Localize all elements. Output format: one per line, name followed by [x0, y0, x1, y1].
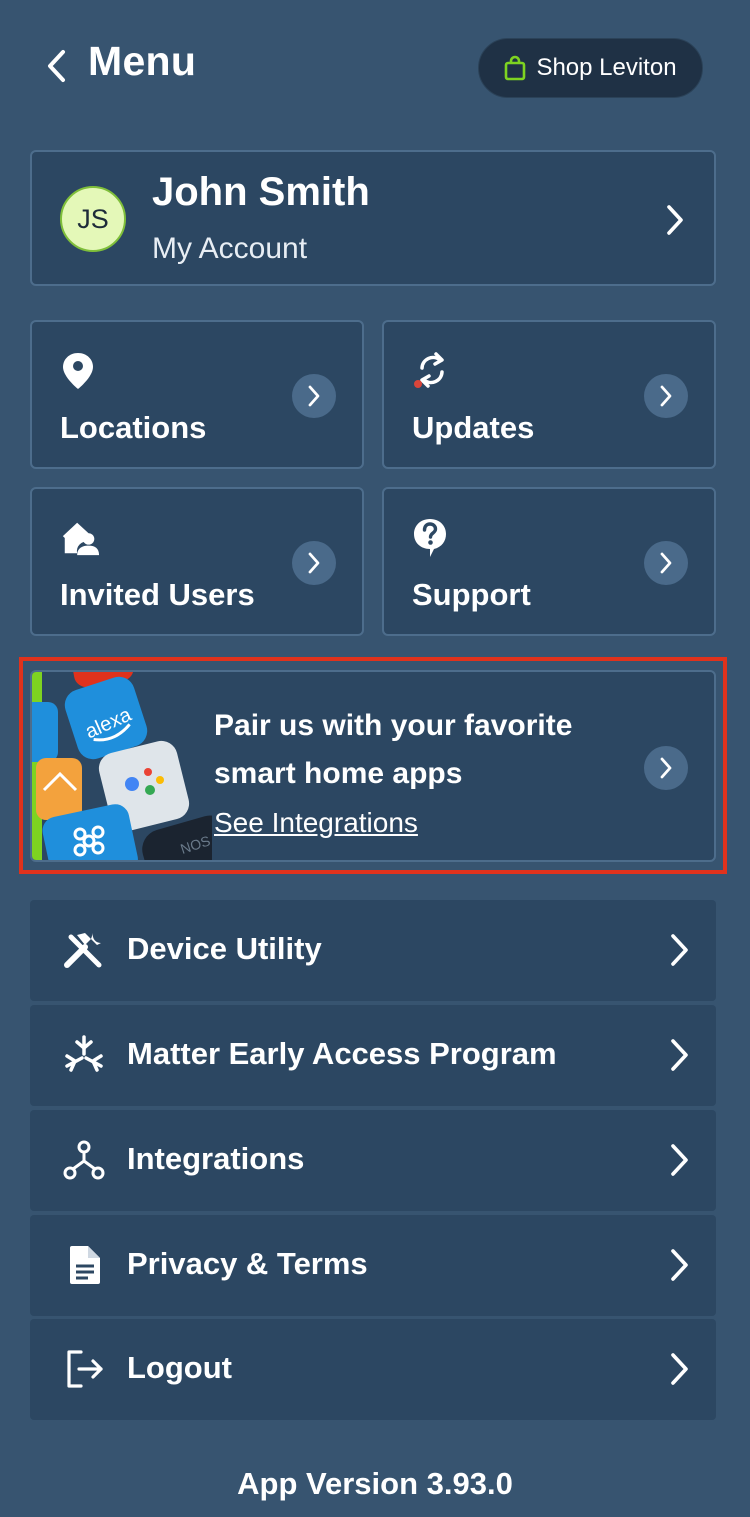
- matter-icon: [62, 1033, 106, 1077]
- shopping-bag-icon: [505, 55, 526, 81]
- chevron-right-icon: [671, 1249, 688, 1281]
- shop-leviton-button[interactable]: Shop Leviton: [478, 38, 703, 98]
- help-icon: [412, 517, 452, 559]
- avatar: JS: [60, 186, 126, 252]
- integrations-icon: [62, 1138, 106, 1182]
- integrations-promo-card[interactable]: alexa NOS Pair us with your favorite sma…: [30, 670, 716, 862]
- tile-label: Locations: [60, 410, 207, 445]
- menu-item-privacy-terms[interactable]: Privacy & Terms: [30, 1215, 716, 1316]
- promo-title: Pair us with your favorite smart home ap…: [214, 709, 573, 790]
- chevron-right-icon: [292, 541, 336, 585]
- tile-label: Updates: [412, 410, 535, 445]
- chevron-right-icon: [644, 746, 688, 790]
- refresh-icon: [412, 350, 452, 392]
- shop-leviton-label: Shop Leviton: [536, 54, 677, 81]
- tools-icon: [62, 928, 106, 972]
- back-button[interactable]: [38, 44, 74, 88]
- tile-locations[interactable]: Locations: [30, 320, 364, 469]
- house-user-icon: [60, 517, 100, 559]
- chevron-right-icon: [644, 374, 688, 418]
- chevron-right-icon: [671, 1353, 688, 1385]
- chevron-right-icon: [671, 1144, 688, 1176]
- logout-icon: [62, 1347, 106, 1391]
- document-icon: [62, 1243, 106, 1287]
- page-title: Menu: [88, 38, 197, 84]
- header: Menu Shop Leviton: [0, 0, 750, 130]
- account-name: John Smith: [152, 170, 370, 214]
- see-integrations-link[interactable]: See Integrations: [214, 807, 418, 839]
- tile-label: Support: [412, 577, 531, 612]
- my-account-card[interactable]: JS John Smith My Account: [30, 150, 716, 286]
- menu-item-device-utility[interactable]: Device Utility: [30, 900, 716, 1001]
- menu-item-label: Device Utility: [127, 931, 322, 966]
- tile-updates[interactable]: Updates: [382, 320, 716, 469]
- chevron-right-icon: [671, 1039, 688, 1071]
- chevron-right-icon: [671, 934, 688, 966]
- menu-item-matter-early-access[interactable]: Matter Early Access Program: [30, 1005, 716, 1106]
- chevron-right-icon: [662, 202, 688, 238]
- tile-support[interactable]: Support: [382, 487, 716, 636]
- app-version: App Version 3.93.0: [237, 1466, 513, 1501]
- map-pin-icon: [60, 350, 100, 392]
- account-subtitle: My Account: [152, 232, 308, 265]
- menu-item-label: Integrations: [127, 1141, 305, 1176]
- tile-label: Invited Users: [60, 577, 255, 612]
- chevron-left-icon: [48, 50, 65, 82]
- smart-home-apps-illustration: alexa NOS: [32, 672, 212, 860]
- menu-item-label: Privacy & Terms: [127, 1246, 368, 1281]
- tile-invited-users[interactable]: Invited Users: [30, 487, 364, 636]
- chevron-right-icon: [292, 374, 336, 418]
- menu-item-logout[interactable]: Logout: [30, 1319, 716, 1420]
- chevron-right-icon: [644, 541, 688, 585]
- menu-item-integrations[interactable]: Integrations: [30, 1110, 716, 1211]
- menu-list: Device Utility Matter Early Access Progr…: [30, 900, 716, 1420]
- menu-item-label: Logout: [127, 1350, 233, 1385]
- menu-item-label: Matter Early Access Program: [127, 1036, 557, 1071]
